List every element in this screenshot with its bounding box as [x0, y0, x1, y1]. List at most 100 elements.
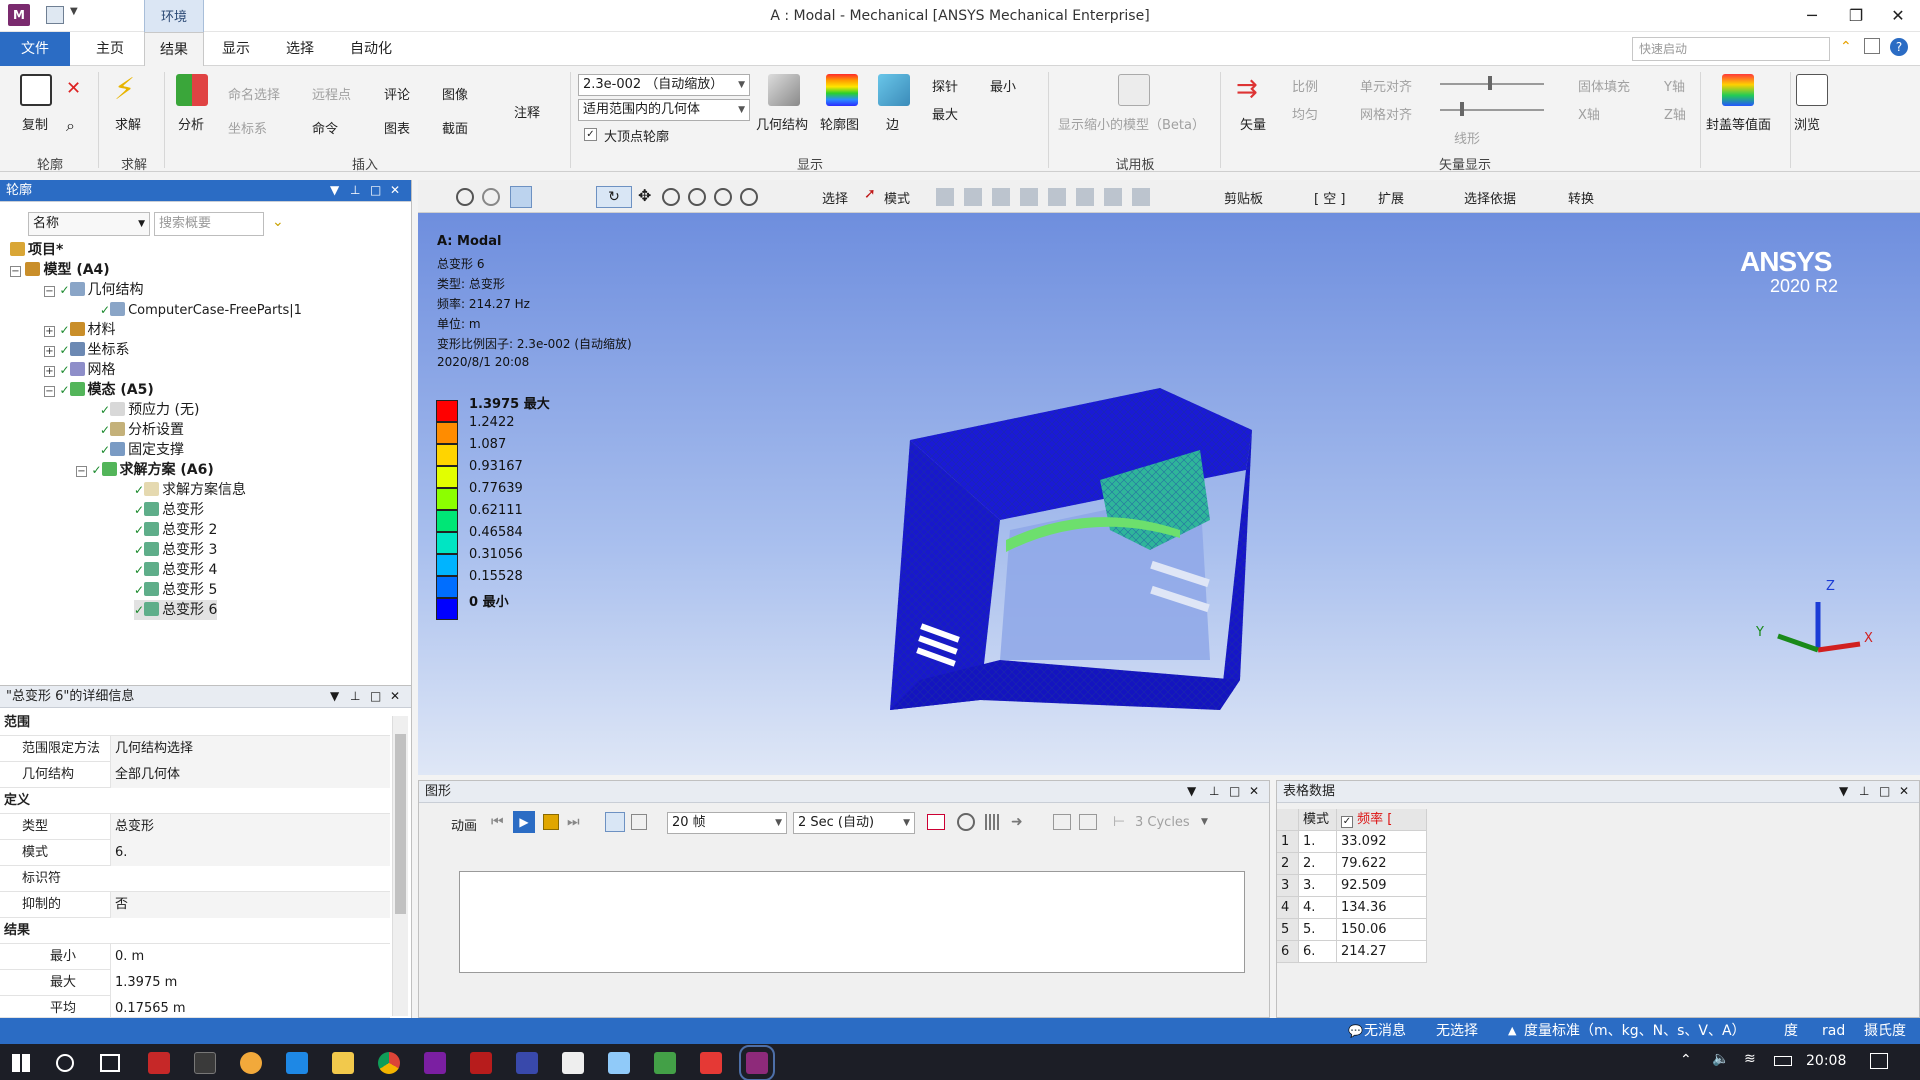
expand-icon[interactable]: +	[44, 366, 55, 377]
table-cell-mode[interactable]: 6.	[1299, 941, 1337, 963]
tree-item-total-deformation-5[interactable]: ✓ 总变形 5	[134, 580, 217, 600]
line-form-button[interactable]: 线形	[1454, 128, 1480, 147]
analysis-icon[interactable]	[176, 74, 208, 106]
clipboard-button[interactable]: 剪贴板	[1224, 188, 1263, 207]
maximize-icon[interactable]: □	[1879, 784, 1890, 798]
table-cell-freq[interactable]: 33.092	[1337, 831, 1427, 853]
vector-density-slider[interactable]	[1440, 109, 1544, 111]
table-icon[interactable]	[1053, 814, 1071, 830]
show-reduced-model-button[interactable]: 显示缩小的模型（Beta）	[1058, 114, 1205, 133]
tab-result[interactable]: 结果	[144, 32, 204, 67]
grid-icon[interactable]	[985, 814, 1001, 830]
close-panel-icon[interactable]: ✕	[390, 183, 400, 197]
find-icon[interactable]: ⌕	[66, 116, 75, 136]
fit-icon[interactable]: ➜	[1011, 814, 1023, 830]
table-cell-freq[interactable]: 214.27	[1337, 941, 1427, 963]
vector-density-slider-handle[interactable]	[1460, 102, 1464, 116]
tree-item-total-deformation-4[interactable]: ✓ 总变形 4	[134, 560, 217, 580]
vector-arrows-icon[interactable]: ⇉	[1236, 74, 1258, 104]
solve-lightning-icon[interactable]: ⚡	[114, 72, 135, 107]
model-mesh-render[interactable]	[880, 380, 1260, 740]
battery-icon[interactable]	[1774, 1056, 1792, 1066]
close-icon[interactable]: ✕	[1876, 2, 1920, 30]
browse-button[interactable]: 浏览	[1794, 114, 1820, 133]
clipboard-empty-button[interactable]: [ 空 ]	[1314, 188, 1345, 207]
collapse-icon[interactable]: −	[44, 386, 55, 397]
tree-item-part[interactable]: ✓ ComputerCase-FreeParts|1	[100, 300, 302, 320]
section-button[interactable]: 截面	[442, 118, 468, 137]
tree-item-materials[interactable]: + ✓ 材料	[44, 320, 116, 340]
collapse-icon[interactable]: −	[76, 466, 87, 477]
element-aligned-button[interactable]: 单元对齐	[1360, 76, 1412, 95]
recorder-icon[interactable]	[700, 1052, 722, 1074]
tree-item-model[interactable]: − 模型 (A4)	[10, 260, 110, 280]
app-orange-icon[interactable]	[240, 1052, 262, 1074]
detail-row-maximum[interactable]: 最大 1.3975 m	[0, 970, 390, 996]
detail-row-type[interactable]: 类型 总变形	[0, 814, 390, 840]
mechanical-icon[interactable]	[739, 1045, 775, 1080]
rotation-unit-status[interactable]: rad	[1822, 1018, 1845, 1044]
detail-row-mode[interactable]: 模式 6.	[0, 840, 390, 866]
outline-search-input[interactable]: 搜索概要	[154, 212, 264, 236]
z-axis-button[interactable]: Z轴	[1664, 104, 1686, 123]
section-scope[interactable]: 范围	[0, 710, 390, 736]
details-scrollbar[interactable]	[392, 716, 408, 1016]
select-by-button[interactable]: 选择依据	[1464, 188, 1516, 207]
table-cell-mode[interactable]: 5.	[1299, 919, 1337, 941]
selection-status[interactable]: 无选择	[1436, 1018, 1478, 1044]
camtasia-icon[interactable]	[654, 1052, 676, 1074]
detail-row-identifier[interactable]: 标识符	[0, 866, 390, 892]
chart-table-icon[interactable]	[1079, 814, 1097, 830]
distributed-frames-icon[interactable]	[605, 812, 625, 832]
play-icon[interactable]: ▶	[513, 811, 535, 833]
max-button[interactable]: 最大	[932, 104, 958, 123]
graph-zoom-icon[interactable]	[957, 813, 975, 831]
maximize-icon[interactable]: □	[1229, 784, 1240, 798]
probe-button[interactable]: 探针	[932, 76, 958, 95]
zoom-out-icon[interactable]	[482, 188, 500, 206]
table-cell-mode[interactable]: 2.	[1299, 853, 1337, 875]
tree-item-total-deformation-2[interactable]: ✓ 总变形 2	[134, 520, 217, 540]
panel-dropdown-icon[interactable]: ▼	[330, 183, 339, 197]
vector-length-slider[interactable]	[1440, 83, 1544, 85]
section-definition[interactable]: 定义	[0, 788, 390, 814]
acrobat-icon[interactable]	[470, 1052, 492, 1074]
solve-button[interactable]: 求解	[115, 114, 141, 133]
units-status[interactable]: 度量标准（m、kg、N、s、V、A）	[1524, 1018, 1746, 1044]
contour-icon[interactable]	[826, 74, 858, 106]
iso-view-icon[interactable]	[510, 186, 532, 208]
geometry-display-button[interactable]: 几何结构	[756, 114, 808, 133]
chart-button[interactable]: 图表	[384, 118, 410, 137]
maximize-icon[interactable]: □	[370, 183, 381, 197]
app-blue-icon[interactable]	[608, 1052, 630, 1074]
frequency-checkbox[interactable]: ✓	[1341, 816, 1353, 828]
contour-button[interactable]: 轮廓图	[820, 114, 859, 133]
cycles-icon[interactable]: ⊢	[1113, 814, 1125, 830]
frames-select[interactable]: 20 帧 ▼	[667, 812, 787, 834]
pan-icon[interactable]: ✥	[638, 186, 651, 205]
browse-icon[interactable]	[1796, 74, 1828, 106]
vscode-icon[interactable]	[286, 1052, 308, 1074]
grid-aligned-button[interactable]: 网格对齐	[1360, 104, 1412, 123]
outline-filter-select[interactable]: 名称 ▼	[28, 212, 150, 236]
feedback-icon[interactable]	[1864, 38, 1880, 54]
table-cell-freq[interactable]: 150.06	[1337, 919, 1427, 941]
pin-icon[interactable]: ⊥	[1209, 784, 1219, 798]
detail-row-scoping-method[interactable]: 范围限定方法 几何结构选择	[0, 736, 390, 762]
wifi-icon[interactable]: ≋	[1744, 1051, 1756, 1067]
stop-icon[interactable]	[543, 814, 559, 830]
notification-icon[interactable]	[1870, 1053, 1888, 1069]
pin-icon[interactable]: ⊥	[350, 183, 360, 197]
close-panel-icon[interactable]: ✕	[1249, 784, 1259, 798]
tree-item-mesh[interactable]: + ✓ 网格	[44, 360, 116, 380]
tree-item-fixed-support[interactable]: ✓ 固定支撑	[100, 440, 184, 460]
graph-plot-area[interactable]	[459, 871, 1245, 973]
x-axis-button[interactable]: X轴	[1578, 104, 1600, 123]
result-sets-icon[interactable]	[631, 814, 647, 830]
tree-item-total-deformation-3[interactable]: ✓ 总变形 3	[134, 540, 217, 560]
copy-icon[interactable]	[20, 74, 52, 106]
detail-row-suppressed[interactable]: 抑制的否	[0, 892, 390, 918]
table-cell-mode[interactable]: 4.	[1299, 897, 1337, 919]
deformation-scale-select[interactable]: 2.3e-002 （自动缩放） ▼	[578, 74, 750, 96]
selection-filter-icons[interactable]	[936, 188, 1156, 206]
